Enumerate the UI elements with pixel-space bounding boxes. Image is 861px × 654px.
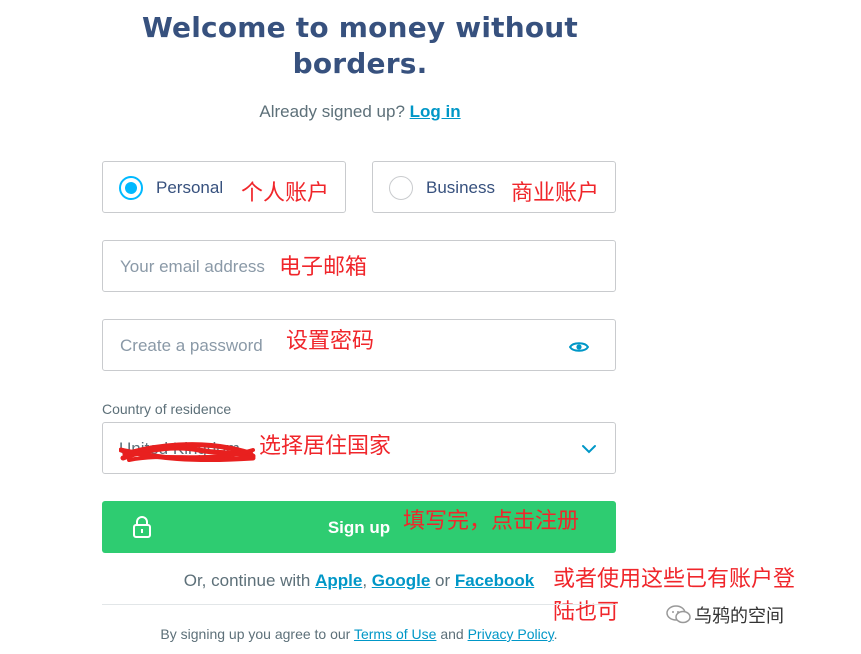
personal-radio[interactable] [119, 176, 143, 200]
google-link[interactable]: Google [372, 571, 431, 590]
email-placeholder: Your email address [120, 257, 265, 276]
business-radio[interactable] [389, 176, 413, 200]
country-label: Country of residence [102, 401, 232, 417]
continue-sep1: , [362, 571, 372, 590]
personal-label: Personal [156, 178, 224, 197]
account-type-business[interactable]: Business 商业账户 [372, 161, 616, 213]
terms-of-use-link[interactable]: Terms of Use [354, 626, 436, 642]
continue-prefix: Or, continue with [183, 571, 316, 590]
terms-prefix: By signing up you agree to our [160, 626, 354, 642]
divider [102, 604, 616, 605]
annotation-social-line2: 陆也可 [553, 600, 620, 625]
terms-and: and [436, 626, 468, 642]
social-login-row: Or, continue with Apple, Google or Faceb… [102, 571, 616, 591]
wechat-icon [666, 604, 692, 631]
password-placeholder: Create a password [120, 336, 263, 355]
login-link[interactable]: Log in [410, 102, 461, 121]
page-title-line2: borders. [292, 47, 428, 80]
annotation-password: 设置密码 [286, 329, 375, 354]
annotation-country: 选择居住国家 [259, 434, 392, 459]
annotation-social-line1: 或者使用这些已有账户登 [553, 567, 796, 592]
business-label: Business [426, 178, 495, 197]
chevron-down-icon [581, 442, 597, 460]
terms-text: By signing up you agree to our Terms of … [102, 626, 616, 642]
already-signed-up-text: Already signed up? [259, 102, 410, 121]
annotation-email: 电子邮箱 [279, 255, 368, 280]
watermark-text: 乌鸦的空间 [694, 606, 784, 627]
annotation-personal: 个人账户 [241, 181, 330, 206]
facebook-link[interactable]: Facebook [455, 571, 534, 590]
annotation-business: 商业账户 [511, 181, 600, 206]
eye-icon[interactable] [568, 340, 590, 359]
page-title: Welcome to money without borders. [100, 10, 620, 82]
privacy-policy-link[interactable]: Privacy Policy [468, 626, 554, 642]
continue-sep2: or [430, 571, 455, 590]
redaction-scribble [118, 438, 259, 469]
terms-suffix: . [553, 626, 558, 642]
apple-link[interactable]: Apple [315, 571, 362, 590]
annotation-signup: 填写完，点击注册 [403, 509, 580, 534]
page-title-line1: Welcome to money without [141, 11, 579, 44]
account-type-personal[interactable]: Personal 个人账户 [102, 161, 346, 213]
already-signed-up: Already signed up? Log in [100, 102, 620, 122]
